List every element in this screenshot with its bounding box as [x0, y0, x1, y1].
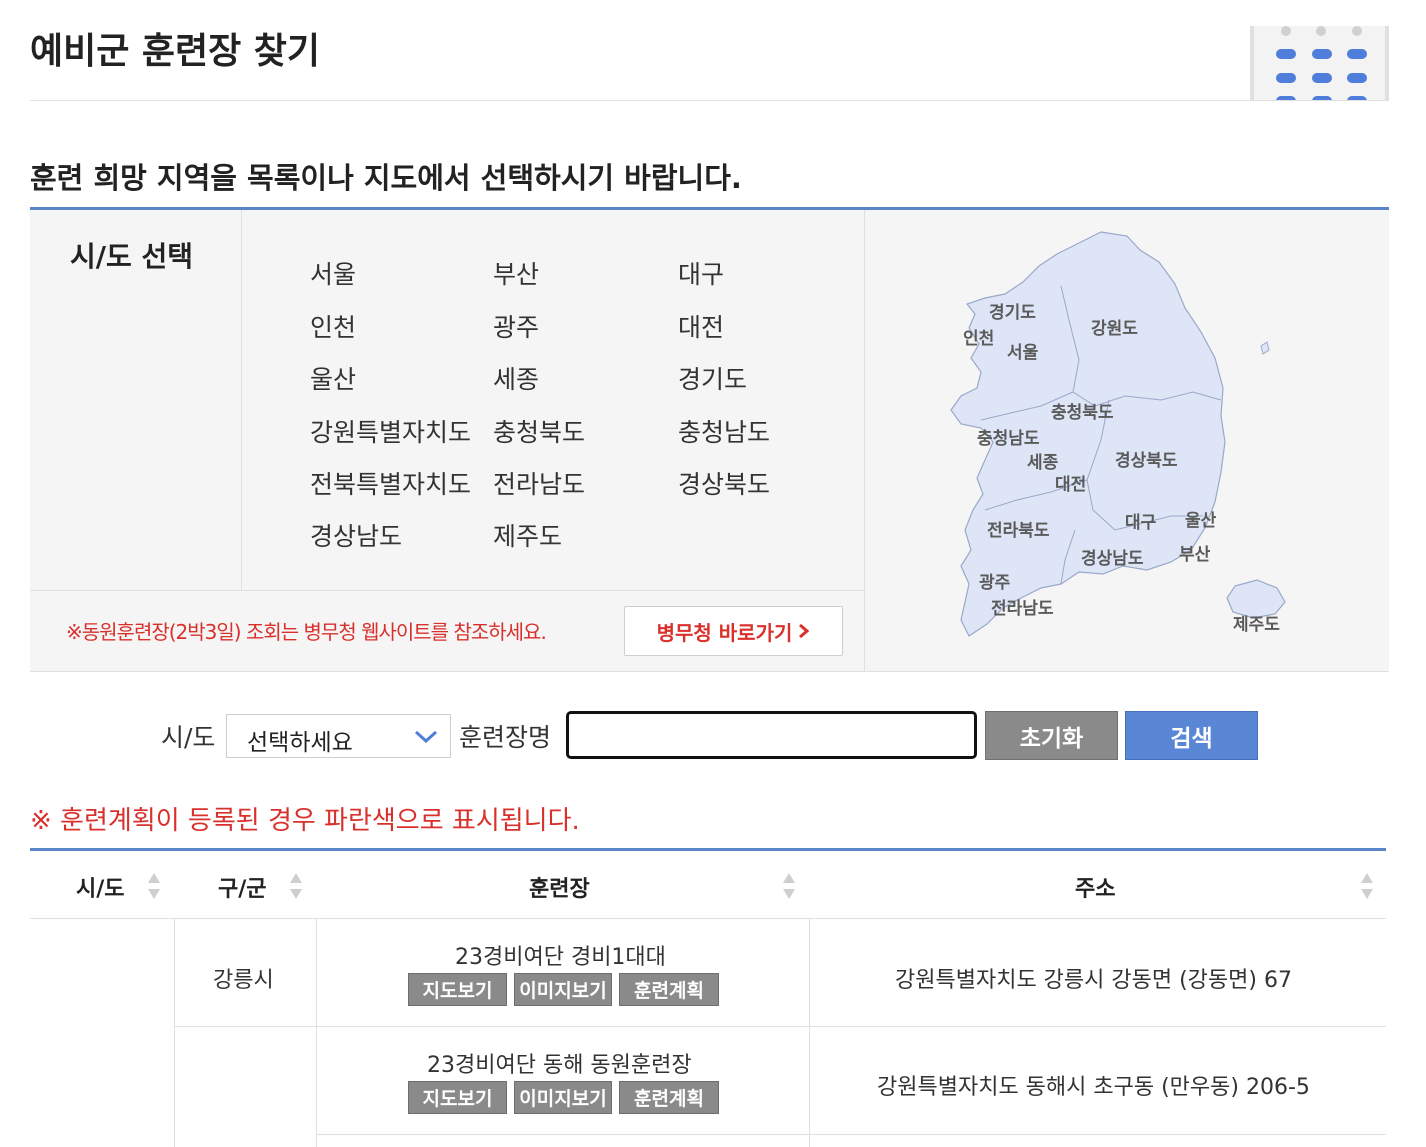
table-header-divider	[30, 918, 1386, 919]
map-label-gwangju[interactable]: 광주	[979, 573, 1011, 593]
training-name-input[interactable]	[566, 711, 977, 759]
map-label-sejong[interactable]: 세종	[1027, 453, 1059, 473]
search-bar: 시/도 선택하세요 훈련장명 초기화 검색	[0, 705, 1426, 765]
region-item-gyeongnam[interactable]: 경상남도	[310, 517, 402, 553]
korea-map[interactable]: 경기도 인천 서울 강원도 충청북도 충청남도 세종 대전 경상북도 전라북도 …	[865, 210, 1390, 672]
row-address: 강원특별자치도 동해시 초구동 (만우동) 206-5	[877, 1075, 1310, 1100]
column-divider	[316, 919, 317, 1147]
reset-button[interactable]: 초기화	[985, 711, 1118, 760]
region-item-jeonbuk[interactable]: 전북특별자치도	[310, 465, 471, 501]
region-item-ulsan[interactable]: 울산	[310, 360, 356, 396]
sort-icon	[148, 873, 160, 899]
region-item-chungbuk[interactable]: 충청북도	[493, 413, 585, 449]
sort-icon	[290, 873, 302, 899]
image-view-button[interactable]: 이미지보기	[514, 1081, 612, 1114]
region-item-gangwon[interactable]: 강원특별자치도	[310, 413, 471, 449]
mma-link-label: 병무청 바로가기	[656, 620, 793, 645]
row-divider	[316, 1134, 1386, 1135]
korea-map-panel: 경기도 인천 서울 강원도 충청북도 충청남도 세종 대전 경상북도 전라북도 …	[864, 210, 1389, 672]
column-header-address[interactable]: 주소	[809, 851, 1386, 919]
region-item-seoul[interactable]: 서울	[310, 255, 356, 291]
chevron-down-icon	[414, 730, 438, 744]
map-label-ulsan[interactable]: 울산	[1185, 511, 1217, 531]
region-item-jeonnam[interactable]: 전라남도	[493, 465, 585, 501]
map-label-seoul[interactable]: 서울	[1007, 343, 1039, 363]
column-header-training-center[interactable]: 훈련장	[316, 851, 809, 919]
column-divider	[809, 919, 810, 1147]
sort-icon	[783, 873, 795, 899]
map-view-button[interactable]: 지도보기	[408, 973, 507, 1006]
column-header-gugun[interactable]: 구/군	[174, 851, 316, 919]
region-item-chungnam[interactable]: 충청남도	[678, 413, 770, 449]
map-label-incheon[interactable]: 인천	[963, 329, 994, 349]
row-address: 강원특별자치도 강릉시 강동면 (강동면) 67	[895, 968, 1292, 993]
map-label-jeonbuk[interactable]: 전라북도	[987, 521, 1050, 541]
map-label-jeju[interactable]: 제주도	[1233, 615, 1280, 635]
mma-note: ※동원훈련장(2박3일) 조회는 병무청 웹사이트를 참조하세요.	[66, 620, 547, 644]
region-heading-cell: 시/도 선택	[30, 210, 242, 590]
region-item-gyeonggi[interactable]: 경기도	[678, 360, 747, 396]
title-divider	[30, 100, 1389, 101]
column-divider	[174, 919, 175, 1147]
region-item-gyeongbuk[interactable]: 경상북도	[678, 465, 770, 501]
plan-highlight-note: ※ 훈련계획이 등록된 경우 파란색으로 표시됩니다.	[30, 806, 580, 836]
map-view-button[interactable]: 지도보기	[408, 1081, 507, 1114]
row-gugun: 강릉시	[213, 968, 274, 993]
map-label-daejeon[interactable]: 대전	[1055, 475, 1086, 495]
column-header-sido[interactable]: 시/도	[30, 851, 174, 919]
map-label-gyeongbuk[interactable]: 경상북도	[1115, 451, 1178, 471]
map-label-gyeonggi[interactable]: 경기도	[989, 303, 1036, 323]
sido-label: 시/도	[161, 723, 216, 752]
row-training-name: 23경비여단 경비1대대	[455, 945, 666, 970]
map-label-chungnam[interactable]: 충청남도	[977, 428, 1040, 449]
region-item-sejong[interactable]: 세종	[493, 360, 539, 396]
image-view-button[interactable]: 이미지보기	[514, 973, 612, 1006]
map-label-chungbuk[interactable]: 충청북도	[1051, 402, 1114, 423]
row-divider	[174, 1026, 1386, 1027]
search-button[interactable]: 검색	[1125, 711, 1258, 760]
sido-select-value: 선택하세요	[247, 730, 353, 756]
region-item-incheon[interactable]: 인천	[310, 308, 356, 344]
region-heading: 시/도 선택	[70, 240, 194, 273]
name-label: 훈련장명	[459, 723, 552, 752]
region-item-daejeon[interactable]: 대전	[678, 308, 724, 344]
region-divider	[30, 590, 864, 591]
map-label-gyeongnam[interactable]: 경상남도	[1081, 549, 1144, 569]
page-title: 예비군 훈련장 찾기	[30, 31, 321, 72]
region-item-jeju[interactable]: 제주도	[493, 517, 562, 553]
region-item-busan[interactable]: 부산	[493, 255, 539, 291]
sort-icon	[1361, 873, 1373, 899]
region-bottom-border	[30, 671, 1389, 672]
training-plan-button[interactable]: 훈련계획	[619, 973, 719, 1006]
row-training-name: 23경비여단 동해 동원훈련장	[427, 1053, 692, 1078]
region-item-daegu[interactable]: 대구	[678, 255, 724, 291]
map-label-jeonnam[interactable]: 전라남도	[991, 599, 1054, 619]
mma-link-button[interactable]: 병무청 바로가기	[624, 606, 843, 656]
instruction-text: 훈련 희망 지역을 목록이나 지도에서 선택하시기 바랍니다.	[30, 161, 742, 195]
region-list: 서울 부산 대구 인천 광주 대전 울산 세종 경기도 강원특별자치도 충청북도…	[243, 210, 864, 590]
grid-menu-icon[interactable]	[1250, 26, 1389, 101]
region-select-panel: 시/도 선택 서울 부산 대구 인천 광주 대전 울산 세종 경기도 강원특별자…	[30, 210, 864, 672]
chevron-right-icon	[799, 623, 810, 639]
map-label-gangwon[interactable]: 강원도	[1091, 319, 1138, 339]
map-label-daegu[interactable]: 대구	[1125, 513, 1157, 533]
training-plan-button[interactable]: 훈련계획	[619, 1081, 719, 1114]
sido-select[interactable]: 선택하세요	[226, 714, 451, 758]
region-item-gwangju[interactable]: 광주	[493, 308, 539, 344]
map-label-busan[interactable]: 부산	[1179, 545, 1211, 565]
